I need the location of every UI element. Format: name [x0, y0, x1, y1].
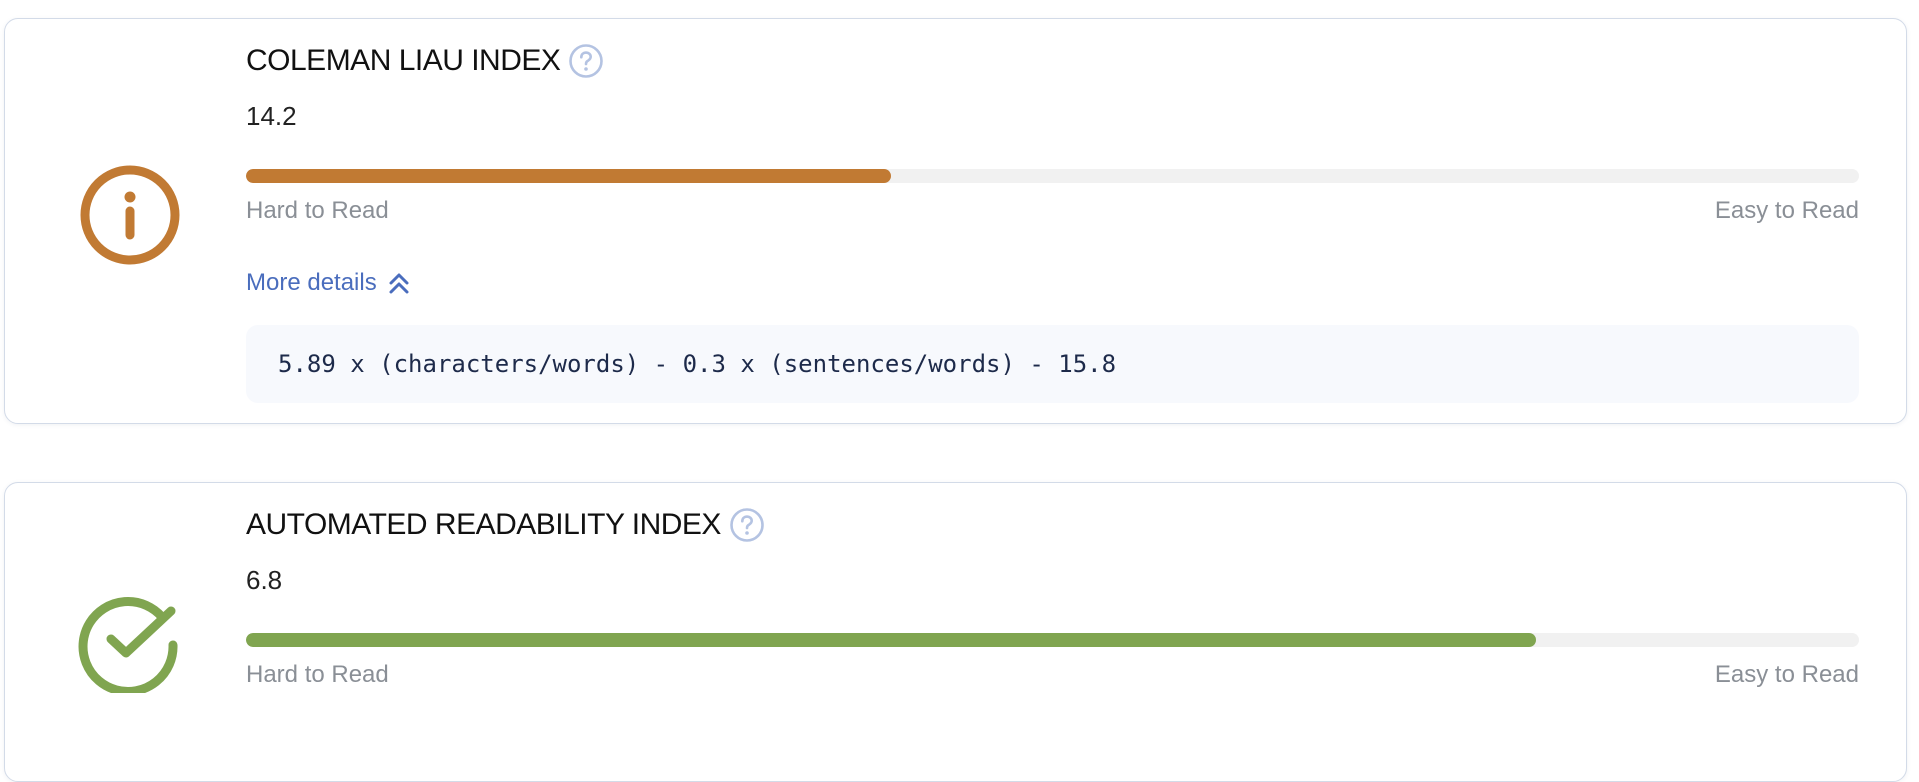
metric-title: AUTOMATED READABILITY INDEX [246, 508, 721, 541]
check-circle-icon [78, 597, 178, 693]
coleman-liau-card: COLEMAN LIAU INDEX 14.2 Hard to Read Eas… [4, 18, 1907, 424]
formula-text: 5.89 x (characters/words) - 0.3 x (sente… [278, 350, 1117, 378]
help-circle-icon[interactable] [729, 507, 765, 543]
chevron-double-up-icon[interactable] [387, 271, 411, 295]
scale-label-easy: Easy to Read [1714, 661, 1859, 688]
scale-label-easy: Easy to Read [1714, 197, 1859, 224]
help-circle-icon[interactable] [568, 43, 604, 79]
formula-panel: 5.89 x (characters/words) - 0.3 x (sente… [246, 325, 1859, 403]
more-details-label[interactable]: More details [246, 269, 377, 297]
automated-readability-card: AUTOMATED READABILITY INDEX 6.8 Hard to … [4, 482, 1907, 782]
scale-label-hard: Hard to Read [246, 197, 389, 224]
readability-progress-fill [246, 633, 1537, 647]
readability-progress-bar [246, 633, 1859, 647]
metric-title: COLEMAN LIAU INDEX [246, 44, 561, 77]
readability-progress-fill [246, 169, 892, 183]
more-details-toggle[interactable]: More details [246, 269, 411, 297]
metric-score: 14.2 [246, 101, 297, 131]
info-circle-icon [80, 165, 180, 265]
readability-progress-bar [246, 169, 1859, 183]
scale-label-hard: Hard to Read [246, 661, 389, 688]
metric-score: 6.8 [246, 565, 283, 595]
